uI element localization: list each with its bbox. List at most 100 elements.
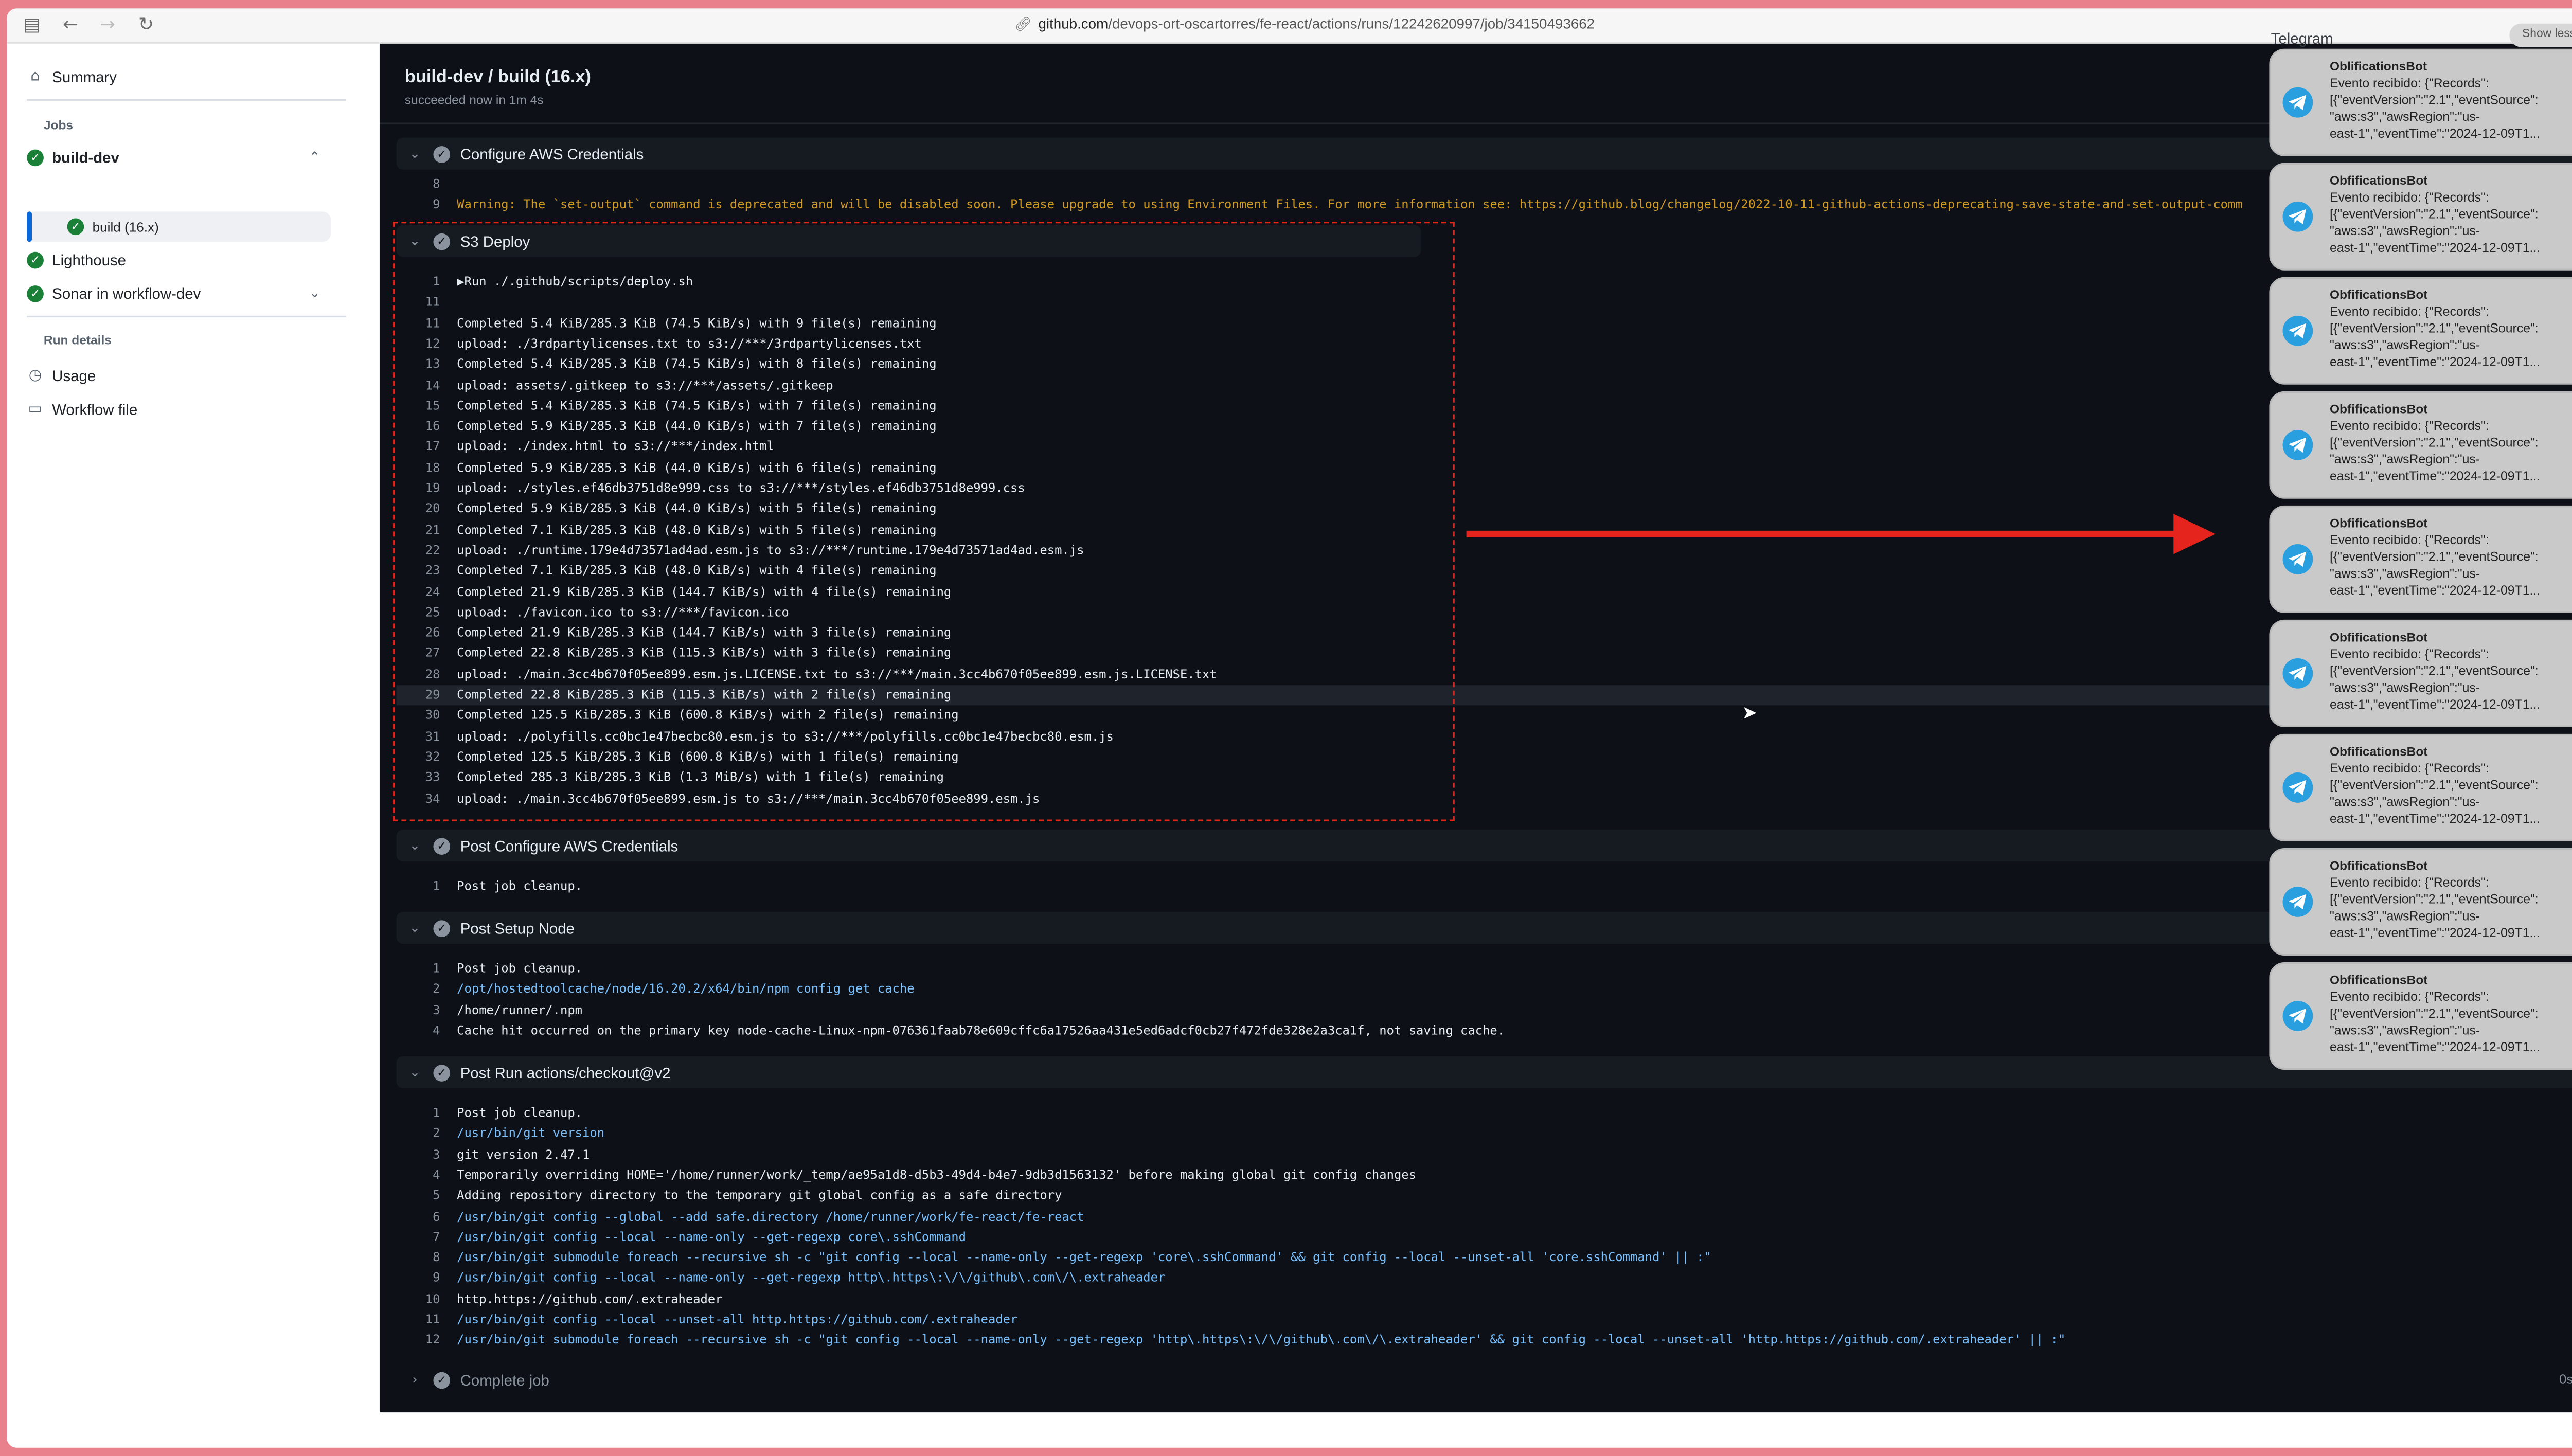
step-label: Complete job [460, 1371, 549, 1388]
telegram-notification[interactable]: ObfificationsBot Evento recibido: {"Recor… [2269, 619, 2572, 727]
notification-body-line: Evento recibido: {"Records": [2329, 75, 2489, 91]
check-icon: ✓ [433, 1371, 451, 1388]
line-text: /usr/bin/git submodule foreach --recursi… [457, 1332, 2066, 1347]
step-post-checkout[interactable]: ⌄ ✓ Post Run actions/checkout@v2 [396, 1056, 2572, 1088]
sidebar-job-sonar[interactable]: ✓ Sonar in workflow-dev [27, 277, 201, 311]
job-title: build-dev / build (16.x) [404, 67, 591, 87]
notification-body-line: east-1","eventTime":"2024-12-09T1... [2329, 697, 2541, 712]
notification-body: Evento recibido: {"Records": [{"eventVers… [2330, 532, 2565, 600]
notification-body: Evento recibido: {"Records": [{"eventVers… [2330, 190, 2565, 257]
telegram-notification[interactable]: ObfificationsBot Evento recibido: {"Recor… [2269, 391, 2572, 499]
log-line: 11/usr/bin/git config --local --unset-al… [397, 1310, 2572, 1331]
job-status: succeeded now in 1m 4s [404, 92, 544, 107]
notification-body-line: Evento recibido: {"Records": [2329, 646, 2489, 662]
chevron-down-icon[interactable]: ⌄ [309, 285, 320, 300]
sidebar-job-lighthouse[interactable]: ✓ Lighthouse [27, 243, 126, 277]
notification-body-line: Evento recibido: {"Records": [2329, 304, 2489, 319]
line-number: 2 [433, 1125, 440, 1141]
reload-icon[interactable]: ↻ [136, 14, 156, 35]
chevron-down-icon: ⌄ [409, 920, 421, 936]
notification-body-line: "aws:s3","awsRegion":"us- [2329, 109, 2480, 124]
mouse-cursor-icon: ➤ [1742, 702, 1758, 724]
telegram-notification[interactable]: ObfificationsBot Evento recibido: {"Recor… [2269, 505, 2572, 613]
line-text: /usr/bin/git config --local --name-only … [457, 1270, 1166, 1286]
back-icon[interactable]: ← [61, 14, 81, 35]
line-number: 1 [433, 1105, 440, 1120]
sidebar-usage-label: Usage [52, 368, 96, 385]
line-number: 3 [433, 1146, 440, 1162]
check-icon: ✓ [433, 837, 451, 854]
line-number: 11 [425, 1311, 440, 1327]
notification-body-line: "aws:s3","awsRegion":"us- [2329, 566, 2480, 581]
line-number: 7 [433, 1229, 440, 1244]
sidebar-workflow-file-label: Workflow file [52, 401, 138, 419]
sidebar-summary[interactable]: ⌂ Summary [27, 61, 117, 94]
telegram-notification[interactable]: OblificationsBot Evento recibido: {"Recor… [2269, 48, 2572, 156]
notification-sender: ObfificationsBot [2329, 287, 2428, 302]
step-post-setup-node[interactable]: ⌄ ✓ Post Setup Node [396, 912, 2572, 944]
notification-body-line: [{"eventVersion":"2.1","eventSource": [2329, 777, 2539, 793]
line-text: Post job cleanup. [457, 1105, 583, 1120]
line-text: Post job cleanup. [457, 878, 583, 894]
forward-icon[interactable]: → [97, 14, 117, 35]
success-check-icon: ✓ [27, 149, 44, 167]
line-text: /usr/bin/git config --local --unset-all … [457, 1311, 1018, 1327]
telegram-notification[interactable]: ObfificationsBot Evento recibido: {"Recor… [2269, 733, 2572, 841]
line-text: /opt/hostedtoolcache/node/16.20.2/x64/bi… [457, 981, 915, 997]
check-icon: ✓ [433, 145, 451, 163]
notification-body-line: "aws:s3","awsRegion":"us- [2329, 794, 2480, 810]
url-domain: github.com [1038, 15, 1109, 32]
notification-body-line: east-1","eventTime":"2024-12-09T1... [2329, 1039, 2541, 1055]
log-line: 1 Post job cleanup. [397, 959, 2572, 979]
log-line: 2/opt/hostedtoolcache/node/16.20.2/x64/b… [397, 980, 2572, 1000]
line-text: /home/runner/.npm [457, 1002, 583, 1017]
sidebar-workflow-file[interactable]: ▭ Workflow file [27, 393, 138, 426]
line-number: 3 [433, 1002, 440, 1017]
step-label: Configure AWS Credentials [460, 145, 644, 163]
address-bar[interactable]: 🔗︎ github.com/devops-ort-oscartorres/fe-r… [1014, 15, 1595, 32]
line-number: 2 [433, 981, 440, 997]
line-text: Temporarily overriding HOME='/home/runne… [457, 1167, 1417, 1182]
annotation-highlight-box [393, 222, 1455, 821]
step-label: Post Setup Node [460, 919, 575, 937]
sidebar-usage[interactable]: ◷ Usage [27, 359, 96, 393]
sidebar-job-build-dev[interactable]: ✓ build-dev [27, 141, 119, 174]
notification-body: Evento recibido: {"Records": [{"eventVers… [2330, 646, 2565, 714]
notification-body-line: east-1","eventTime":"2024-12-09T1... [2329, 811, 2541, 826]
sidebar-job-label: build-dev [52, 149, 119, 167]
notification-body: Evento recibido: {"Records": [{"eventVers… [2330, 875, 2565, 942]
log-line: 8/usr/bin/git submodule foreach --recurs… [397, 1248, 2572, 1268]
notification-body-line: Evento recibido: {"Records": [2329, 189, 2489, 205]
log-line: 4 Temporarily overriding HOME='/home/runn… [397, 1165, 2572, 1186]
notification-body-line: [{"eventVersion":"2.1","eventSource": [2329, 549, 2539, 565]
step-complete-job[interactable]: › ✓ Complete job 0s [397, 1363, 2572, 1395]
line-number: 1 [433, 960, 440, 976]
step-post-configure-aws[interactable]: ⌄ ✓ Post Configure AWS Credentials [396, 830, 2572, 862]
line-text: Cache hit occurred on the primary key no… [457, 1022, 1505, 1038]
notification-body-line: Evento recibido: {"Records": [2329, 418, 2489, 434]
chevron-down-icon: ⌄ [409, 838, 421, 853]
notification-sender: ObfificationsBot [2329, 972, 2428, 987]
log-line: 3/home/runner/.npm [397, 1000, 2572, 1021]
telegram-icon [2282, 772, 2313, 803]
sidebar-toggle-icon[interactable]: ▤ [22, 14, 42, 35]
telegram-notification[interactable]: ObfificationsBot Evento recibido: {"Recor… [2269, 848, 2572, 956]
chevron-up-icon[interactable]: ⌃ [309, 150, 320, 165]
line-number: 4 [433, 1167, 440, 1182]
telegram-icon [2282, 887, 2313, 917]
notification-body-line: "aws:s3","awsRegion":"us- [2329, 223, 2480, 239]
telegram-notification[interactable]: ObfificationsBot Evento recibido: {"Recor… [2269, 163, 2572, 271]
url-path: /devops-ort-oscartorres/fe-react/actions… [1108, 15, 1595, 32]
telegram-icon [2282, 1001, 2313, 1031]
log-line: 12/usr/bin/git submodule foreach --recur… [397, 1331, 2572, 1351]
line-text: http.https://github.com/.extraheader [457, 1290, 723, 1306]
sidebar-job-build-16x[interactable]: ✓ build (16.x) [67, 210, 159, 243]
telegram-notification[interactable]: ObfificationsBot Evento recibido: {"Recor… [2269, 962, 2572, 1070]
line-number: 8 [433, 176, 440, 192]
step-configure-aws[interactable]: ⌄ ✓ Configure AWS Credentials [396, 137, 2572, 170]
line-number: 6 [433, 1208, 440, 1224]
notification-body-line: [{"eventVersion":"2.1","eventSource": [2329, 92, 2539, 107]
line-number: 9 [433, 1270, 440, 1286]
show-less-button[interactable]: Show less [2509, 23, 2572, 47]
telegram-notification[interactable]: ObfificationsBot Evento recibido: {"Recor… [2269, 277, 2572, 385]
